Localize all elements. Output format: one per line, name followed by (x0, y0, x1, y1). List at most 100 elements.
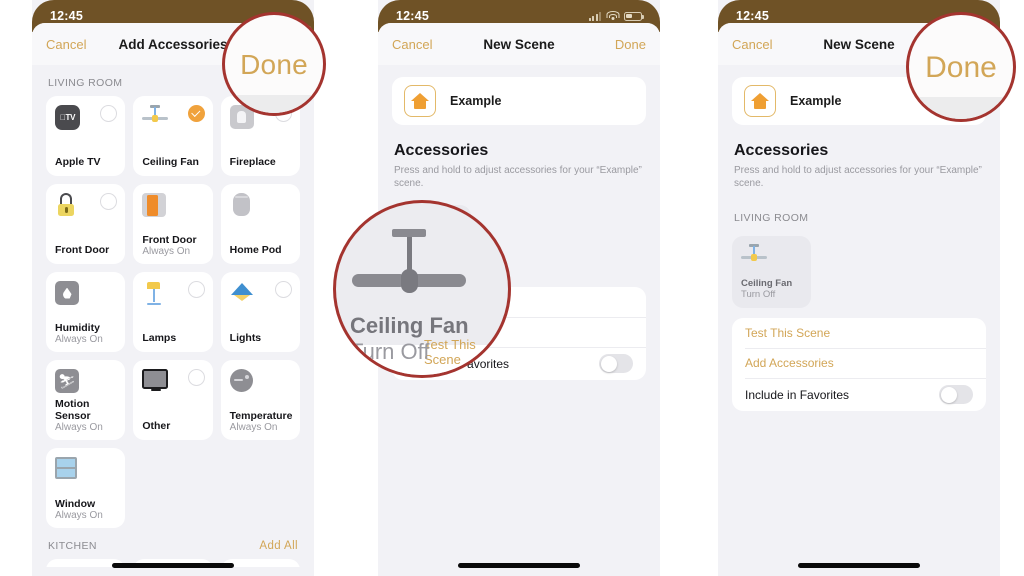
callout-accessory-label: Ceiling Fan (350, 313, 469, 338)
humidity-icon (55, 281, 81, 307)
callout-accessory-state: Turn Off (350, 339, 430, 364)
house-icon[interactable] (404, 85, 436, 117)
screenshot-stage: 12:45 Cancel Add Accessories Done LIVING… (0, 0, 1024, 576)
home-indicator (798, 563, 920, 568)
accessory-card-ceiling-fan[interactable]: Ceiling Fan (133, 96, 213, 176)
section-header-living-room: LIVING ROOM (732, 200, 986, 231)
accessory-label: Humidity (55, 322, 100, 334)
callout-partial-row-label: Test This Scene (424, 337, 476, 367)
accessories-heading: Accessories (394, 142, 489, 159)
accessory-label: Window (55, 498, 96, 510)
cancel-button[interactable]: Cancel (392, 37, 432, 52)
test-this-scene-button[interactable]: Test This Scene (732, 318, 986, 348)
accessory-card-lamps[interactable]: Lamps (133, 272, 213, 352)
door-icon (142, 193, 168, 219)
light-icon (230, 281, 256, 307)
select-checkbox[interactable] (100, 193, 118, 210)
section-title: LIVING ROOM (734, 212, 809, 224)
add-accessories-button[interactable]: Add Accessories (732, 348, 986, 378)
apple-tv-icon: TV (55, 105, 81, 131)
row-label: Include in Favorites (745, 387, 850, 402)
tv-icon (142, 369, 169, 395)
select-checkbox-checked[interactable] (187, 105, 205, 122)
ceiling-fan-icon (741, 244, 767, 270)
accessory-card-front-door[interactable]: Front Door Always On (133, 184, 213, 264)
motion-sensor-icon: ⛷ (55, 369, 81, 395)
row-label: Test This Scene (745, 326, 831, 340)
callout-done-label: Done (240, 49, 308, 80)
temperature-icon (229, 369, 256, 395)
include-in-favorites-toggle[interactable] (599, 354, 633, 373)
accessory-scroll-area[interactable]: LIVING ROOM TV Apple TV (32, 65, 314, 567)
lock-icon (55, 193, 81, 219)
accessory-label: Front Door (142, 234, 197, 246)
accessory-label: Home Pod (229, 244, 282, 256)
callout-done-phone3: Done (906, 12, 1016, 122)
accessory-status: Always On (142, 246, 191, 257)
status-bar-time: 12:45 (736, 9, 769, 23)
scene-name-value: Example (790, 94, 842, 108)
callout-backdrop (909, 97, 1013, 119)
row-label: Add Accessories (745, 356, 834, 370)
accessory-grid-living-room: TV Apple TV (46, 96, 300, 528)
nav-bar: Cancel New Scene Done (378, 23, 660, 65)
cancel-button[interactable]: Cancel (732, 37, 772, 52)
accessory-label: Apple TV (55, 156, 101, 168)
callout-ceiling-fan-phone2: Test This Scene Ceiling Fan Turn Off (333, 200, 511, 378)
scene-tile-label: Ceiling Fan (741, 278, 793, 289)
accessory-card-other[interactable]: Other (133, 360, 213, 440)
home-indicator (112, 563, 234, 568)
accessory-label: Temperature (229, 410, 293, 422)
home-indicator (458, 563, 580, 568)
include-in-favorites-row[interactable]: Include in Favorites (732, 378, 986, 411)
accessory-status: Always On (55, 334, 103, 345)
section-title: KITCHEN (48, 540, 97, 552)
signal-icon (588, 11, 601, 21)
accessory-label: Motion Sensor (55, 398, 91, 422)
scene-name-row[interactable]: Example (392, 77, 646, 125)
accessory-status: Always On (55, 422, 103, 433)
accessories-description: Press and hold to adjust accessories for… (394, 165, 642, 189)
accessory-label: Other (142, 420, 171, 432)
scene-actions-list: Test This Scene Add Accessories Include … (732, 318, 986, 411)
house-icon[interactable] (744, 85, 776, 117)
callout-done-phone1: Done Ca (222, 12, 326, 116)
lamp-icon (142, 281, 168, 307)
select-checkbox[interactable] (187, 281, 205, 298)
battery-icon (624, 11, 645, 21)
done-button[interactable]: Done (615, 37, 646, 52)
accessory-card-front-door-lock[interactable]: Front Door (46, 184, 126, 264)
select-checkbox[interactable] (187, 369, 205, 386)
accessory-status: Always On (55, 510, 103, 521)
ceiling-fan-icon (142, 105, 169, 131)
accessory-label: Ceiling Fan (142, 156, 199, 168)
accessory-card-window[interactable]: Window Always On (46, 448, 126, 528)
status-bar-time: 12:45 (50, 9, 83, 23)
window-icon (55, 457, 81, 483)
accessory-label: Front Door (55, 244, 110, 256)
status-bar-time: 12:45 (396, 9, 429, 23)
accessories-description: Press and hold to adjust accessories for… (734, 165, 982, 189)
scene-tile-ceiling-fan[interactable]: Ceiling Fan Turn Off (732, 236, 812, 308)
accessory-card-humidity[interactable]: Humidity Always On (46, 272, 126, 352)
select-checkbox[interactable] (275, 281, 292, 298)
accessory-card-apple-tv[interactable]: TV Apple TV (46, 96, 126, 176)
accessory-label: Lights (229, 332, 262, 344)
accessory-card-temperature[interactable]: Temperature Always On (220, 360, 300, 440)
section-title: LIVING ROOM (48, 77, 123, 89)
homepod-icon (230, 193, 256, 219)
accessory-label: Lamps (142, 332, 177, 344)
accessory-card-motion-sensor[interactable]: ⛷ Motion Sensor Always On (46, 360, 126, 440)
callout-done-label: Done (925, 51, 997, 84)
accessory-card-home-pod[interactable]: Home Pod (220, 184, 300, 264)
wifi-icon (606, 11, 619, 21)
add-all-button[interactable]: Add All (259, 540, 298, 552)
accessory-card-lights[interactable]: Lights (220, 272, 300, 352)
select-checkbox[interactable] (100, 105, 118, 122)
scene-accessory-grid: Ceiling Fan Turn Off (732, 236, 986, 308)
include-in-favorites-toggle[interactable] (939, 385, 973, 404)
scene-scroll-area[interactable]: Example Accessories Press and hold to ad… (718, 77, 1000, 411)
scene-tile-state: Turn Off (741, 289, 776, 300)
cancel-button[interactable]: Cancel (46, 37, 86, 52)
section-header-kitchen: KITCHEN Add All (46, 528, 300, 559)
